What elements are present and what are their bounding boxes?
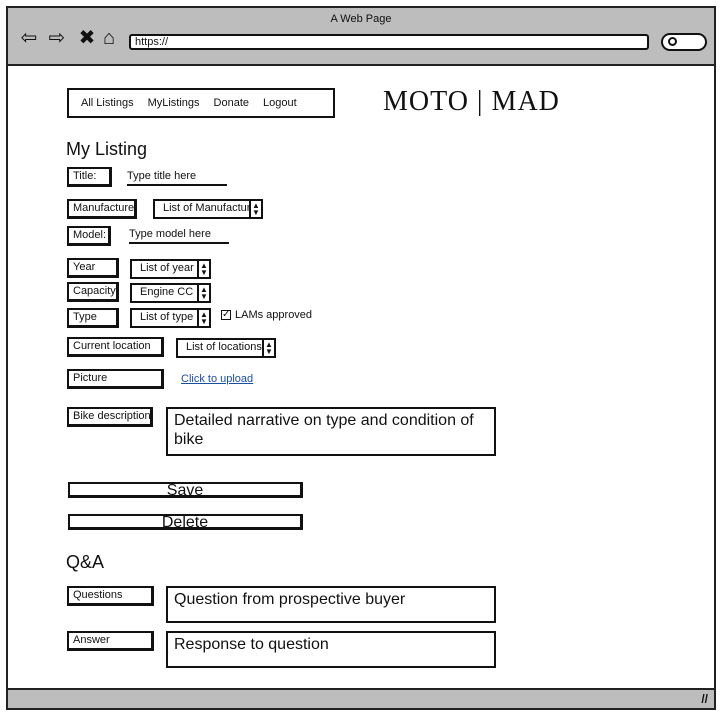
back-arrow-icon[interactable]: ⇦ xyxy=(18,27,40,49)
url-input[interactable]: https:// xyxy=(129,34,649,50)
location-select[interactable]: List of locations ▲ ▼ xyxy=(176,338,276,358)
current-location-label: Current location xyxy=(67,337,164,357)
question-field[interactable]: Question from prospective buyer xyxy=(166,586,496,623)
delete-button[interactable]: Delete xyxy=(68,514,303,531)
manufacture-label: Manufacture xyxy=(67,199,137,219)
page-title: My Listing xyxy=(66,139,148,159)
spinner-arrows-icon: ▲ ▼ xyxy=(197,310,209,326)
picture-label: Picture xyxy=(67,369,164,389)
bike-description-label: Bike description xyxy=(67,407,153,427)
year-select[interactable]: List of year ▲ ▼ xyxy=(130,259,211,279)
bike-description-input[interactable]: Detailed narrative on type and condition… xyxy=(166,407,496,456)
qa-heading: Q&A xyxy=(66,552,105,572)
manufacture-select[interactable]: List of Manufactur ▲ ▼ xyxy=(153,199,263,219)
model-label: Model: xyxy=(67,226,111,246)
capacity-select[interactable]: Engine CC ▲ ▼ xyxy=(130,283,211,303)
close-icon[interactable]: ✖ xyxy=(76,27,98,49)
spinner-arrows-icon: ▲ ▼ xyxy=(197,285,209,301)
answer-field[interactable]: Response to question xyxy=(166,631,496,668)
nav-my-listings[interactable]: MyListings xyxy=(148,97,200,109)
nav-all-listings[interactable]: All Listings xyxy=(81,97,134,109)
window-title: A Web Page xyxy=(330,13,392,25)
lams-approved-checkbox[interactable]: ✓ LAMs approved xyxy=(221,309,312,321)
home-icon[interactable]: ⌂ xyxy=(98,27,120,49)
resize-grip-icon[interactable]: // xyxy=(701,692,708,706)
location-select-value: List of locations xyxy=(186,341,262,353)
checkmark-icon: ✓ xyxy=(221,309,231,320)
answer-label: Answer xyxy=(67,631,154,651)
manufacture-select-value: List of Manufactur xyxy=(163,202,251,214)
capacity-select-value: Engine CC xyxy=(140,286,194,298)
nav-logout[interactable]: Logout xyxy=(263,97,297,109)
capacity-label: Capacity xyxy=(67,282,119,302)
type-label: Type xyxy=(67,308,119,328)
year-label: Year xyxy=(67,258,119,278)
spinner-arrows-icon: ▲ ▼ xyxy=(197,261,209,277)
title-label: Title: xyxy=(67,167,112,187)
save-button[interactable]: Save xyxy=(68,482,303,499)
model-input[interactable]: Type model here xyxy=(129,228,229,244)
site-logo: MOTO | MAD xyxy=(383,86,560,117)
spinner-arrows-icon: ▲ ▼ xyxy=(262,340,274,356)
main-nav: All Listings MyListings Donate Logout xyxy=(67,88,335,118)
search-icon xyxy=(668,37,677,46)
browser-window: A Web Page ⇦ ⇨ ✖ ⌂ https:// All Listings… xyxy=(6,6,716,710)
upload-link[interactable]: Click to upload xyxy=(181,373,253,385)
lams-approved-label: LAMs approved xyxy=(235,309,313,321)
type-select[interactable]: List of type ▲ ▼ xyxy=(130,308,211,328)
status-bar: // xyxy=(8,688,714,708)
search-button[interactable] xyxy=(661,33,707,51)
title-input[interactable]: Type title here xyxy=(127,170,227,186)
title-bar: A Web Page ⇦ ⇨ ✖ ⌂ https:// xyxy=(8,8,714,66)
spinner-arrows-icon: ▲ ▼ xyxy=(249,201,261,217)
forward-arrow-icon[interactable]: ⇨ xyxy=(46,27,68,49)
year-select-value: List of year xyxy=(140,262,194,274)
nav-donate[interactable]: Donate xyxy=(214,97,249,109)
type-select-value: List of type xyxy=(140,311,194,323)
questions-label: Questions xyxy=(67,586,154,606)
